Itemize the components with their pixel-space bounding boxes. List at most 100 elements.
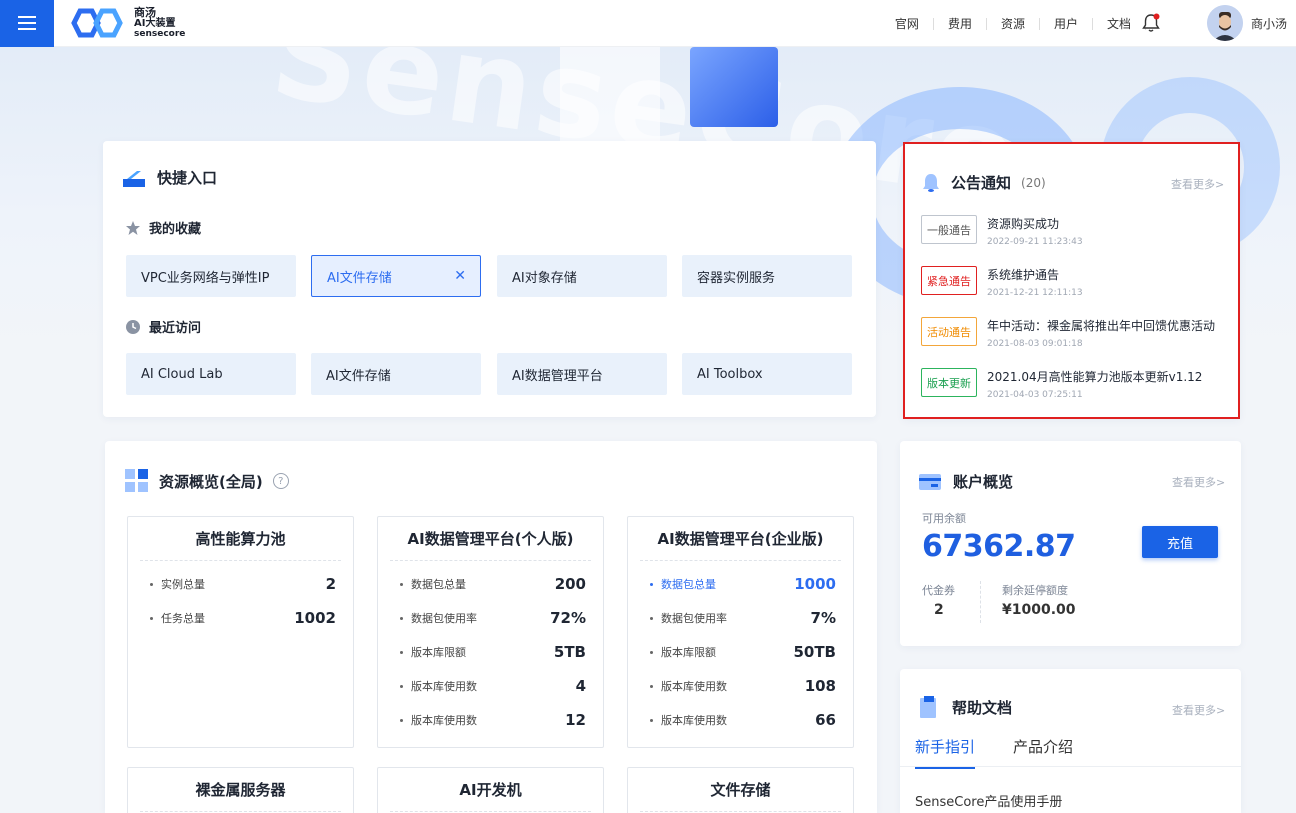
recharge-button[interactable]: 充值 xyxy=(1142,526,1218,558)
resource-overview-title: 资源概览(全局) xyxy=(159,472,263,491)
notice-item-time: 2021-12-21 12:11:13 xyxy=(987,288,1083,298)
notice-item-title: 年中活动：裸金属将推出年中回馈优惠活动 xyxy=(987,319,1216,333)
notice-tag: 版本更新 xyxy=(921,368,977,397)
resource-box-title: AI数据管理平台(企业版) xyxy=(640,517,841,561)
resource-row: 版本库使用数 108 xyxy=(628,669,853,703)
account-overview-title: 账户概览 xyxy=(953,473,1014,491)
divider xyxy=(980,581,981,623)
notice-item[interactable]: 版本更新 2021.04月高性能算力池版本更新v1.12 2021-04-03 … xyxy=(921,368,1202,400)
notice-item[interactable]: 活动通告 年中活动：裸金属将推出年中回馈优惠活动 2021-08-03 09:0… xyxy=(921,317,1215,349)
favorite-item[interactable]: AI对象存储 xyxy=(497,255,667,297)
favorites-label: 我的收藏 xyxy=(125,218,201,237)
resource-box-hpc[interactable]: 高性能算力池 实例总量 2 任务总量 1002 xyxy=(127,516,354,748)
row-label: 任务总量 xyxy=(161,612,205,625)
resource-row-highlighted[interactable]: 数据包总量 1000 xyxy=(628,567,853,601)
menu-icon[interactable] xyxy=(0,0,54,47)
nav-official[interactable]: 官网 xyxy=(881,17,934,30)
user-menu[interactable]: 商小汤 xyxy=(1207,5,1287,41)
row-value: 4 xyxy=(575,677,586,695)
notice-card: 公告通知 (20) 查看更多> 一般通告 资源购买成功 2022-09-21 1… xyxy=(903,142,1240,419)
resource-box-baremetal[interactable]: 裸金属服务器 xyxy=(127,767,354,813)
clock-icon xyxy=(126,319,140,334)
divider xyxy=(900,766,1241,767)
nav-billing[interactable]: 费用 xyxy=(934,17,987,30)
row-value: 72% xyxy=(550,609,586,627)
resource-row: 版本库使用数 66 xyxy=(628,703,853,737)
row-value: 5TB xyxy=(553,643,586,661)
help-docs-card: 帮助文档 查看更多> 新手指引 产品介绍 SenseCore产品使用手册 xyxy=(900,669,1241,813)
row-label: 数据包总量 xyxy=(411,578,466,591)
voucher-label: 代金券 xyxy=(922,584,955,597)
recent-label: 最近访问 xyxy=(125,317,201,336)
row-value: 200 xyxy=(554,575,586,593)
row-value: 50TB xyxy=(793,643,836,661)
row-label: 数据包使用率 xyxy=(661,612,727,625)
help-more-link[interactable]: 查看更多> xyxy=(1172,702,1225,718)
notice-item-time: 2022-09-21 11:23:43 xyxy=(987,237,1083,247)
quick-entry-icon xyxy=(123,170,145,187)
row-value: 2 xyxy=(325,575,336,593)
resource-row: 数据包使用率 7% xyxy=(628,601,853,635)
notice-item-time: 2021-08-03 09:01:18 xyxy=(987,339,1083,349)
card-icon xyxy=(919,473,941,490)
notice-item-title: 资源购买成功 xyxy=(987,217,1060,231)
user-name: 商小汤 xyxy=(1251,16,1288,31)
notice-item-title: 系统维护通告 xyxy=(987,268,1060,282)
logo[interactable]: 商汤 AI大装置 sensecore xyxy=(70,7,185,40)
favorite-item-label: AI文件存储 xyxy=(327,270,392,286)
account-more-link[interactable]: 查看更多> xyxy=(1172,474,1225,490)
resource-row: 版本库限额 50TB xyxy=(628,635,853,669)
favorite-item-active[interactable]: AI文件存储 ✕ xyxy=(311,255,481,297)
notice-tag: 一般通告 xyxy=(921,215,977,244)
notice-more-link[interactable]: 查看更多> xyxy=(1171,176,1224,192)
row-label: 数据包使用率 xyxy=(411,612,477,625)
nav-docs[interactable]: 文档 xyxy=(1093,17,1146,30)
grid-icon xyxy=(125,469,148,492)
resource-box-title: 裸金属服务器 xyxy=(140,768,341,812)
favorite-item[interactable]: VPC业务网络与弹性IP xyxy=(126,255,296,297)
resource-box-data-enterprise[interactable]: AI数据管理平台(企业版) 数据包总量 1000 数据包使用率 7% 版本库限额 50… xyxy=(627,516,854,748)
quick-entry-title: 快捷入口 xyxy=(157,169,218,187)
tab-product-intro[interactable]: 产品介绍 xyxy=(1013,736,1073,769)
recent-item[interactable]: AI文件存储 xyxy=(311,353,481,395)
recent-item[interactable]: AI数据管理平台 xyxy=(497,353,667,395)
notice-item-title: 2021.04月高性能算力池版本更新v1.12 xyxy=(987,370,1203,384)
notice-tag: 活动通告 xyxy=(921,317,977,346)
row-label: 版本库使用数 xyxy=(411,680,477,693)
doc-link[interactable]: SenseCore产品使用手册 xyxy=(915,791,1062,810)
notice-tag: 紧急通告 xyxy=(921,266,977,295)
notification-bell-icon[interactable] xyxy=(1141,13,1161,33)
resource-box-title: AI数据管理平台(个人版) xyxy=(390,517,591,561)
resource-row: 数据包使用率 72% xyxy=(378,601,603,635)
notice-item[interactable]: 紧急通告 系统维护通告 2021-12-21 12:11:13 xyxy=(921,266,1083,298)
recent-item[interactable]: AI Toolbox xyxy=(682,353,852,395)
help-icon[interactable]: ? xyxy=(272,473,289,489)
row-label: 版本库使用数 xyxy=(661,680,727,693)
resource-box-title: AI开发机 xyxy=(390,768,591,812)
recent-item[interactable]: AI Cloud Lab xyxy=(126,353,296,395)
recent-label-text: 最近访问 xyxy=(149,321,202,336)
resource-box-filestorage[interactable]: 文件存储 xyxy=(627,767,854,813)
resource-row: 版本库使用数 12 xyxy=(378,703,603,737)
row-value: 66 xyxy=(815,711,836,729)
nav-resources[interactable]: 资源 xyxy=(987,17,1040,30)
row-label: 版本库限额 xyxy=(411,646,466,659)
balance-label: 可用余额 xyxy=(922,512,966,525)
row-value: 1002 xyxy=(294,609,336,627)
nav-users[interactable]: 用户 xyxy=(1040,17,1093,30)
brand-name: 商汤 xyxy=(134,5,156,19)
help-docs-title: 帮助文档 xyxy=(952,698,1013,717)
resource-box-devbox[interactable]: AI开发机 xyxy=(377,767,604,813)
row-label: 版本库使用数 xyxy=(661,714,727,727)
close-icon[interactable]: ✕ xyxy=(454,268,466,284)
sensecore-logo-icon xyxy=(71,8,123,38)
notice-item[interactable]: 一般通告 资源购买成功 2022-09-21 11:23:43 xyxy=(921,215,1083,247)
tab-beginner-guide[interactable]: 新手指引 xyxy=(915,736,976,769)
resource-box-title: 文件存储 xyxy=(640,768,841,812)
brand-sub: sensecore xyxy=(134,28,186,39)
resource-box-data-personal[interactable]: AI数据管理平台(个人版) 数据包总量 200 数据包使用率 72% 版本库限额 5T… xyxy=(377,516,604,748)
row-value: 1000 xyxy=(794,575,836,593)
favorite-item[interactable]: 容器实例服务 xyxy=(682,255,852,297)
row-value: 108 xyxy=(804,677,836,695)
avatar xyxy=(1207,5,1243,41)
